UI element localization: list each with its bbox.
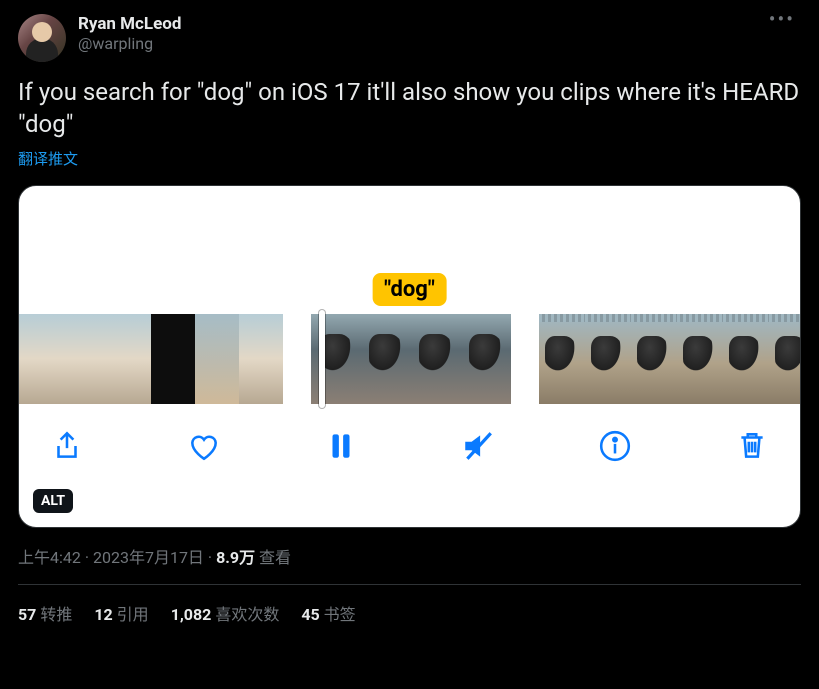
thumbnail xyxy=(239,314,283,404)
quotes-stat[interactable]: 12 引用 xyxy=(94,601,148,625)
retweets-stat[interactable]: 57 转推 xyxy=(18,601,72,625)
info-button[interactable] xyxy=(595,426,635,466)
mute-button[interactable] xyxy=(458,426,498,466)
thumbnail xyxy=(461,314,511,404)
meta-date[interactable]: 2023年7月17日 xyxy=(93,548,204,567)
views-label: 查看 xyxy=(255,548,291,567)
avatar[interactable] xyxy=(18,14,66,62)
clip-group-1 xyxy=(19,314,283,404)
views-count: 8.9万 xyxy=(216,548,255,567)
author-block[interactable]: Ryan McLeod @warpling xyxy=(78,14,763,53)
handle: @warpling xyxy=(78,34,763,53)
translate-link[interactable]: 翻译推文 xyxy=(18,148,801,169)
tweet-container: Ryan McLeod @warpling ••• If you search … xyxy=(0,0,819,641)
thumbnail xyxy=(107,314,151,404)
thumbnail xyxy=(631,314,677,404)
thumbnail xyxy=(723,314,769,404)
clip-gap xyxy=(283,314,311,404)
thumbnail xyxy=(585,314,631,404)
like-button[interactable] xyxy=(184,426,224,466)
more-button[interactable]: ••• xyxy=(763,14,801,24)
meta-time[interactable]: 上午4:42 xyxy=(18,548,81,567)
clip-group-3 xyxy=(539,314,801,404)
thumbnail xyxy=(677,314,723,404)
thumbnail xyxy=(361,314,411,404)
tweet-meta: 上午4:42 · 2023年7月17日 · 8.9万 查看 xyxy=(18,544,801,568)
thumbnail xyxy=(769,314,801,404)
pause-button[interactable] xyxy=(321,426,361,466)
tweet-stats: 57 转推 12 引用 1,082 喜欢次数 45 书签 xyxy=(18,585,801,641)
tweet-header: Ryan McLeod @warpling ••• xyxy=(18,14,801,62)
clip-group-2 xyxy=(311,314,511,404)
caption-label: "dog" xyxy=(372,273,447,306)
thumbnail xyxy=(151,314,195,404)
tweet-text: If you search for "dog" on iOS 17 it'll … xyxy=(18,76,801,140)
thumbnail xyxy=(411,314,461,404)
media-top: "dog" xyxy=(19,186,800,314)
bookmarks-stat[interactable]: 45 书签 xyxy=(301,601,355,625)
clip-gap xyxy=(511,314,539,404)
trash-button[interactable] xyxy=(732,426,772,466)
thumbnail xyxy=(19,314,63,404)
playhead[interactable] xyxy=(319,310,325,408)
share-button[interactable] xyxy=(47,426,87,466)
media-card[interactable]: "dog" xyxy=(18,185,801,528)
thumbnail xyxy=(195,314,239,404)
alt-badge[interactable]: ALT xyxy=(33,489,73,513)
video-timeline[interactable] xyxy=(19,314,800,404)
thumbnail xyxy=(539,314,585,404)
media-controls xyxy=(19,404,800,466)
thumbnail xyxy=(63,314,107,404)
display-name: Ryan McLeod xyxy=(78,14,763,34)
likes-stat[interactable]: 1,082 喜欢次数 xyxy=(171,601,280,625)
